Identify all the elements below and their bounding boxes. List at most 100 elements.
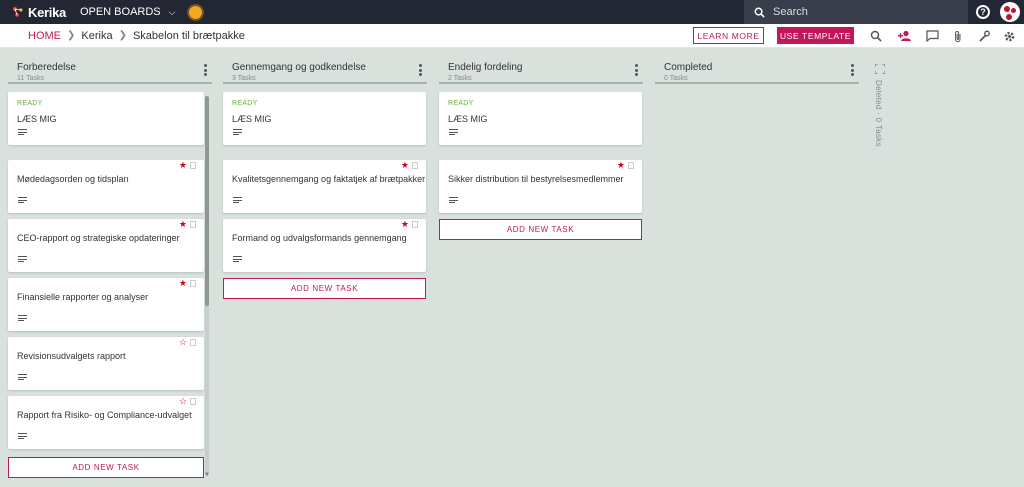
task-title: Mødedagsorden og tidsplan [17, 174, 129, 184]
logo-text: Kerika [28, 4, 66, 20]
column-endelig-fordeling: Endelig fordeling 2 Tasks READY LÆS MIG … [439, 48, 643, 240]
more-vertical-icon[interactable] [851, 64, 855, 76]
star-filled-icon[interactable]: ★ [179, 278, 187, 289]
column-task-count: 2 Tasks [448, 75, 472, 82]
task-card[interactable]: ☆ Revisionsudvalgets rapport [8, 337, 204, 390]
task-card[interactable]: READY LÆS MIG [439, 92, 642, 145]
use-template-button[interactable]: USE TEMPLATE [777, 27, 854, 44]
description-icon [233, 197, 242, 203]
column-title[interactable]: Gennemgang og godkendelse [232, 62, 427, 73]
top-bar: Kerika OPEN BOARDS ⌵ Search ? [0, 0, 1024, 24]
breadcrumb-current: Skabelon til brætpakke [132, 29, 245, 42]
column-header: Gennemgang og godkendelse 3 Tasks [223, 48, 427, 84]
chat-icon[interactable] [925, 29, 939, 43]
column-title[interactable]: Completed [664, 62, 859, 73]
task-card[interactable]: ★ CEO-rapport og strategiske opdateringe… [8, 219, 204, 272]
task-title: Sikker distribution til bestyrelsesmedle… [448, 174, 624, 184]
star-filled-icon[interactable]: ★ [617, 160, 625, 171]
open-boards-menu[interactable]: OPEN BOARDS ⌵ [80, 6, 176, 18]
column-header: Completed 0 Tasks [655, 48, 859, 84]
description-icon [18, 197, 27, 203]
column-header: Endelig fordeling 2 Tasks [439, 48, 643, 84]
column-task-count: 11 Tasks [17, 75, 44, 82]
task-title: Formand og udvalgsformands gennemgang [232, 233, 407, 243]
task-title: LÆS MIG [17, 114, 57, 124]
chevron-right-icon: ❯ [67, 30, 76, 41]
checkbox-icon[interactable] [412, 221, 418, 228]
task-card[interactable]: ★ Sikker distribution til bestyrelsesmed… [439, 160, 642, 213]
task-title: CEO-rapport og strategiske opdateringer [17, 233, 180, 243]
task-card[interactable]: ☆ Rapport fra Risiko- og Compliance-udva… [8, 396, 204, 449]
scroll-down-icon[interactable]: ▼ [204, 472, 210, 478]
open-boards-label: OPEN BOARDS [79, 6, 161, 18]
add-new-task-button[interactable]: ADD NEW TASK [439, 219, 642, 240]
add-new-task-button[interactable]: ADD NEW TASK [223, 278, 426, 299]
task-card[interactable]: ★ Finansielle rapporter og analyser [8, 278, 204, 331]
description-icon [449, 197, 458, 203]
star-filled-icon[interactable]: ★ [401, 160, 409, 171]
expand-icon[interactable] [875, 64, 885, 74]
status-badge: READY [232, 100, 258, 107]
add-new-task-button[interactable]: ADD NEW TASK [8, 457, 204, 478]
description-icon [233, 129, 242, 135]
description-icon [18, 433, 27, 439]
column-gennemgang: Gennemgang og godkendelse 3 Tasks READY … [223, 48, 427, 299]
description-icon [18, 315, 27, 321]
help-icon[interactable]: ? [976, 5, 990, 19]
task-title: LÆS MIG [448, 114, 488, 124]
kerika-logo[interactable]: Kerika [12, 0, 66, 24]
breadcrumb-item[interactable]: Kerika [81, 30, 112, 42]
description-icon [18, 129, 27, 135]
task-card[interactable]: READY LÆS MIG [8, 92, 204, 145]
deleted-column-label[interactable]: Deleted · 0 Tasks [874, 80, 883, 147]
avatar[interactable] [1000, 2, 1020, 22]
search-icon [754, 7, 765, 18]
checkbox-icon[interactable] [628, 162, 634, 169]
task-card[interactable]: READY LÆS MIG [223, 92, 426, 145]
status-badge: READY [17, 100, 43, 107]
task-title: Kvalitetsgennemgang og faktatjek af bræt… [232, 174, 426, 184]
star-outline-icon[interactable]: ☆ [179, 396, 187, 407]
description-icon [18, 374, 27, 380]
tools-icon[interactable] [977, 29, 991, 43]
chevron-down-icon: ⌵ [168, 6, 176, 17]
search-placeholder: Search [773, 6, 808, 18]
attachment-icon[interactable] [951, 29, 965, 43]
scrollbar-thumb[interactable] [205, 96, 209, 306]
task-title: LÆS MIG [232, 114, 272, 124]
column-scrollbar[interactable] [205, 96, 209, 476]
column-title[interactable]: Endelig fordeling [448, 62, 643, 73]
learn-more-button[interactable]: LEARN MORE [693, 27, 764, 44]
more-vertical-icon[interactable] [204, 64, 208, 76]
search-icon[interactable] [869, 29, 883, 43]
add-person-icon[interactable] [898, 29, 912, 43]
star-filled-icon[interactable]: ★ [401, 219, 409, 230]
breadcrumb-bar: HOME ❯ Kerika ❯ Skabelon til brætpakke L… [0, 24, 1024, 48]
star-filled-icon[interactable]: ★ [179, 160, 187, 171]
column-task-count: 3 Tasks [232, 75, 256, 82]
column-title[interactable]: Forberedelse [17, 62, 212, 73]
more-vertical-icon[interactable] [635, 64, 639, 76]
checkbox-icon[interactable] [190, 221, 196, 228]
description-icon [449, 129, 458, 135]
task-card[interactable]: ★ Formand og udvalgsformands gennemgang [223, 219, 426, 272]
star-filled-icon[interactable]: ★ [179, 219, 187, 230]
task-title: Revisionsudvalgets rapport [17, 351, 126, 361]
chevron-right-icon: ❯ [118, 30, 127, 41]
more-vertical-icon[interactable] [419, 64, 423, 76]
task-card[interactable]: ★ Kvalitetsgennemgang og faktatjek af br… [223, 160, 426, 213]
status-badge: READY [448, 100, 474, 107]
checkbox-icon[interactable] [190, 398, 196, 405]
checkbox-icon[interactable] [190, 339, 196, 346]
task-title: Finansielle rapporter og analyser [17, 292, 149, 302]
sun-icon[interactable] [189, 5, 203, 19]
search-input[interactable]: Search [744, 0, 968, 24]
breadcrumb-home[interactable]: HOME [28, 30, 61, 42]
checkbox-icon[interactable] [190, 280, 196, 287]
checkbox-icon[interactable] [412, 162, 418, 169]
gear-icon[interactable] [1002, 29, 1016, 43]
checkbox-icon[interactable] [190, 162, 196, 169]
task-card[interactable]: ★ Mødedagsorden og tidsplan [8, 160, 204, 213]
kerika-logo-icon [13, 7, 23, 17]
star-outline-icon[interactable]: ☆ [179, 337, 187, 348]
